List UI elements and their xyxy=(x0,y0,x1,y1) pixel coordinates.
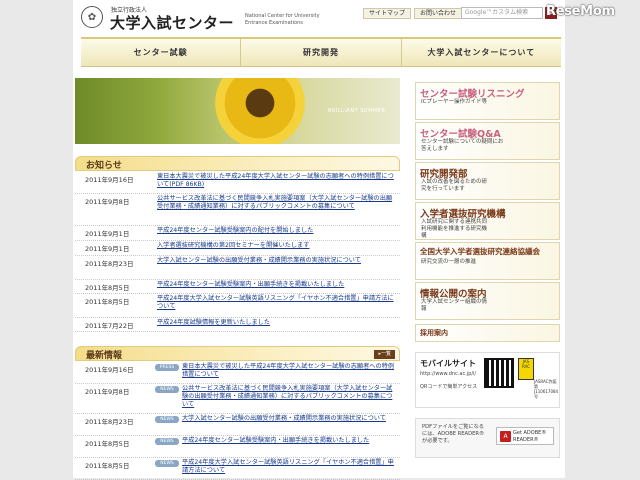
latest-row: 2011年9月8日 NEWS 公共サービス改革法に基づく民間競争入札実施要項案（大学… xyxy=(75,384,400,414)
notice-link[interactable]: 平成24年度試験情報を更新いたしました xyxy=(157,318,400,327)
nav-research[interactable]: 研究開発 xyxy=(241,39,402,66)
nav-about[interactable]: 大学入試センターについて xyxy=(402,39,561,66)
hero-banner: BRILLIANT SUMMER xyxy=(75,78,400,144)
latest-badge: PRESS xyxy=(155,364,179,371)
notice-row: 2011年9月1日 平成24年度センター試験受験案内の配付を開始しました xyxy=(75,226,400,241)
notice-date: 2011年9月1日 xyxy=(85,230,130,238)
sidebar-item-recruit[interactable]: 採用案内 xyxy=(415,324,560,342)
notice-link[interactable]: 公共サービス改革法に基づく民間競争入札実施要項案（大学入試センター試験の出願受付… xyxy=(157,194,400,211)
notice-date: 2011年8月5日 xyxy=(85,298,130,306)
site-title[interactable]: 大学入試センター xyxy=(110,12,234,33)
mobile-note: QRコードで簡単アクセス xyxy=(420,384,478,390)
sitemap-link[interactable]: サイトマップ xyxy=(363,8,412,19)
banner-caption: BRILLIANT SUMMER xyxy=(328,108,386,114)
jasrac-logo-icon: JAS RAC xyxy=(518,358,534,380)
latest-row: 2011年8月23日 NEWS 大学入試センター試験の出願受付業務・成績開示業務の実… xyxy=(75,414,400,436)
sidebar-item-subtitle: センター試験についての疑問にお答えします xyxy=(421,139,504,152)
global-nav: センター試験 研究開発 大学入試センターについて xyxy=(81,37,561,67)
latest-badge: NEWS xyxy=(155,386,179,393)
latest-link[interactable]: 東日本大震災で被災した平成24年度大学入試センター試験の志願者への特例措置につい… xyxy=(182,362,400,379)
notice-link[interactable]: 大学入試センター試験の出願受付業務・成績開示業務の実施状況について xyxy=(157,256,400,265)
mobile-url: http://www.dnc.ac.jp/i/ xyxy=(420,371,477,377)
sidebar-item-title: センター試験Q&A xyxy=(420,129,501,140)
latest-row: 2011年9月16日 PRESS 東日本大震災で被災した平成24年度大学入試センター… xyxy=(75,362,400,384)
sidebar-item-admission-research[interactable]: 入学者選抜研究機構 入試研究に関する連携共同利用機能を推進する研究機構 xyxy=(415,202,560,240)
nav-center-exam[interactable]: センター試験 xyxy=(81,39,242,66)
notices-header: お知らせ xyxy=(75,156,400,171)
latest-date: 2011年8月5日 xyxy=(85,440,130,448)
notice-link[interactable]: 入学者選抜研究機構の第2回セミナーを開催いたします xyxy=(157,241,400,250)
latest-badge: NEWS xyxy=(155,416,179,423)
contact-link[interactable]: お問い合わせ xyxy=(414,8,463,19)
sidebar-item-title: 入学者選抜研究機構 xyxy=(420,209,506,220)
sidebar-item-liaison-council[interactable]: 全国大学入学者選抜研究連絡協議会 研究交流の一層の推進 xyxy=(415,242,560,280)
sidebar-item-subtitle: 研究交流の一層の推進 xyxy=(421,259,477,265)
notice-link[interactable]: 平成24年度センター試験受験案内の配付を開始しました xyxy=(157,226,400,235)
notice-row: 2011年9月16日 東日本大震災で被災した平成24年度大学入試センター試験の志願… xyxy=(75,172,400,194)
latest-date: 2011年9月8日 xyxy=(85,388,130,396)
sidebar-item-title: 全国大学入学者選抜研究連絡協議会 xyxy=(420,247,540,256)
resemom-watermark: ReseMom xyxy=(546,4,615,19)
latest-date: 2011年9月16日 xyxy=(85,366,134,374)
notice-link[interactable]: 平成24年度センター試験受験案内・出願手続きを掲載いたしました xyxy=(157,280,400,289)
logo-icon[interactable]: ✿ xyxy=(81,6,103,28)
sidebar-item-subtitle: 大学入試センター組織の情報 xyxy=(421,299,488,312)
sidebar-item-disclosure[interactable]: 情報公開の案内 大学入試センター組織の情報 xyxy=(415,282,560,320)
pdf-notice: PDFファイルをご覧になるには、ADOBE READER®が必要です。 A Ge… xyxy=(415,418,560,458)
latest-row: 2011年8月5日 NEWS 平成24年度大学入試センター試験英語リスニング「イヤホ… xyxy=(75,458,400,480)
latest-link[interactable]: 平成24年度大学入試センター試験英語リスニング「イヤホン不適合措置」申請方法につ… xyxy=(182,458,400,475)
latest-badge: NEWS xyxy=(155,460,179,467)
sidebar-item-subtitle: ICプレーヤー操作ガイド等 xyxy=(421,99,487,105)
latest-row: 2011年8月5日 NEWS 平成24年度センター試験受験案内・出願手続きを掲載いた… xyxy=(75,436,400,458)
notice-date: 2011年9月8日 xyxy=(85,198,130,206)
get-adobe-reader-button[interactable]: A Get ADOBE® READER® xyxy=(496,427,554,445)
sidebar-item-title: 採用案内 xyxy=(420,329,448,337)
notices-title: お知らせ xyxy=(86,161,122,171)
sidebar-item-title: 研究開発部 xyxy=(420,169,468,180)
sidebar-item-title: センター試験リスニング xyxy=(420,89,525,100)
notice-link[interactable]: 東日本大震災で被災した平成24年度大学入試センター試験の志願者への特例措置につい… xyxy=(157,172,400,189)
notice-row: 2011年9月8日 公共サービス改革法に基づく民間競争入札実施要項案（大学入試セン… xyxy=(75,194,400,226)
mobile-site-box[interactable]: モバイルサイト http://www.dnc.ac.jp/i/ QRコードで簡単… xyxy=(415,352,560,408)
notice-row: 2011年8月5日 平成24年度センター試験受験案内・出願手続きを掲載いたしました xyxy=(75,280,400,294)
notice-date: 2011年9月1日 xyxy=(85,245,130,253)
latest-link[interactable]: 大学入試センター試験の出願受付業務・成績開示業務の実施状況について xyxy=(182,414,400,423)
jasrac-number: JASRAC許諾第J110617084号 xyxy=(534,379,559,399)
latest-more-button[interactable]: ▸一覧 xyxy=(374,350,395,359)
sidebar-item-subtitle: 入試研究に関する連携共同利用機能を推進する研究機構 xyxy=(421,219,488,239)
notice-date: 2011年8月23日 xyxy=(85,260,134,268)
notice-link[interactable]: 平成24年度大学入試センター試験英語リスニング「イヤホン不適合措置」申請方法につ… xyxy=(157,294,400,311)
notice-row: 2011年8月5日 平成24年度大学入試センター試験英語リスニング「イヤホン不適合… xyxy=(75,294,400,318)
notice-row: 2011年8月23日 大学入試センター試験の出願受付業務・成績開示業務の実施状況に… xyxy=(75,256,400,280)
get-reader-label: Get ADOBE® READER® xyxy=(513,430,547,443)
sidebar-item-qa[interactable]: センター試験Q&A センター試験についての疑問にお答えします xyxy=(415,122,560,160)
notice-date: 2011年9月16日 xyxy=(85,176,134,184)
latest-link[interactable]: 平成24年度センター試験受験案内・出願手続きを掲載いたしました xyxy=(182,436,400,445)
notice-date: 2011年7月22日 xyxy=(85,322,134,330)
search-input[interactable]: Google™カスタム検索 xyxy=(461,7,543,19)
pdf-note: PDFファイルをご覧になるには、ADOBE READER®が必要です。 xyxy=(422,424,485,444)
notice-row: 2011年7月22日 平成24年度試験情報を更新いたしました xyxy=(75,318,400,332)
latest-badge: NEWS xyxy=(155,438,179,445)
notice-date: 2011年8月5日 xyxy=(85,284,130,292)
sidebar-item-research-dept[interactable]: 研究開発部 入試の改善を図るための研究を行っています xyxy=(415,162,560,200)
latest-date: 2011年8月23日 xyxy=(85,418,134,426)
latest-date: 2011年8月5日 xyxy=(85,462,130,470)
notice-row: 2011年9月1日 入学者選抜研究機構の第2回セミナーを開催いたします xyxy=(75,241,400,256)
site-title-en: National Center for University Entrance … xyxy=(245,13,320,26)
adobe-reader-icon: A xyxy=(500,431,511,442)
utility-links: サイトマップ お問い合わせ xyxy=(363,8,463,19)
qr-code-icon xyxy=(484,358,514,388)
sidebar-item-title: 情報公開の案内 xyxy=(420,289,487,300)
sidebar-item-listening[interactable]: センター試験リスニング ICプレーヤー操作ガイド等 xyxy=(415,82,560,120)
header: ✿ 独立行政法人 大学入試センター National Center for Un… xyxy=(73,0,565,36)
mobile-title: モバイルサイト xyxy=(420,359,476,368)
latest-header: 最新情報 ▸一覧 xyxy=(75,346,400,361)
sidebar-item-subtitle: 入試の改善を図るための研究を行っています xyxy=(421,179,488,192)
sunflower-image xyxy=(215,78,305,144)
latest-link[interactable]: 公共サービス改革法に基づく民間競争入札実施要項案（大学入試センター試験の出願受付… xyxy=(182,384,400,409)
page: ✿ 独立行政法人 大学入試センター National Center for Un… xyxy=(73,0,565,480)
latest-title: 最新情報 xyxy=(86,351,123,361)
